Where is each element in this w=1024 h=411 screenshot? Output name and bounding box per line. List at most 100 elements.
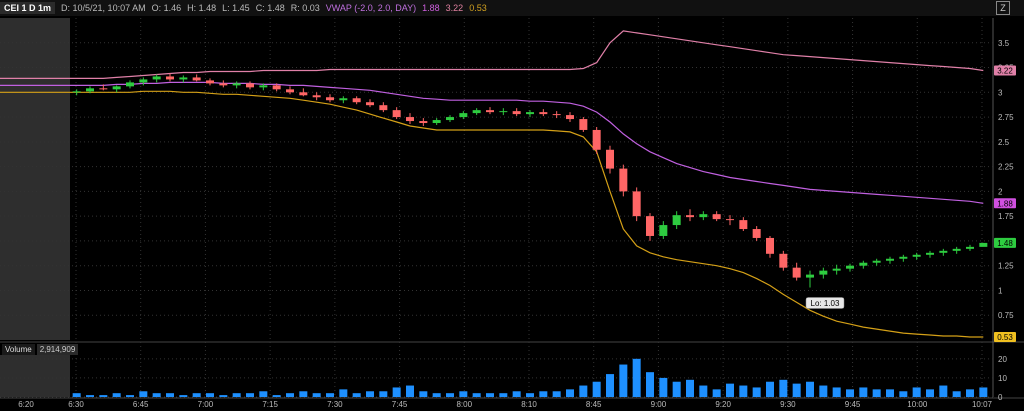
candle-body	[886, 258, 894, 261]
time-tick-label: 6:20	[18, 400, 34, 409]
volume-bar	[606, 374, 614, 397]
price-tick-label: 1	[998, 286, 1003, 295]
candle-body	[72, 91, 81, 93]
time-tick-label: 10:00	[907, 400, 928, 409]
candle-body	[419, 121, 428, 124]
candle-body	[352, 98, 361, 103]
candle-body	[446, 117, 454, 121]
volume-bar	[312, 393, 321, 397]
volume-bar	[352, 393, 361, 397]
candle-body	[606, 149, 614, 169]
price-tick-label: 3.5	[998, 39, 1010, 48]
time-tick-label: 6:30	[68, 400, 84, 409]
time-tick-label: 9:20	[715, 400, 731, 409]
candle-body	[566, 115, 574, 120]
price-tick-label: 0.75	[998, 311, 1014, 320]
candle-body	[206, 80, 214, 84]
volume-bar	[872, 389, 881, 397]
candle-body	[259, 85, 268, 88]
symbol-label[interactable]: CEI 1 D 1m	[0, 2, 56, 14]
volume-bar	[232, 393, 241, 397]
price-tick-label: 2.75	[998, 113, 1014, 122]
candle-body	[926, 252, 934, 255]
time-tick-label: 8:45	[586, 400, 602, 409]
premarket-shade-volume	[0, 355, 70, 397]
candle-body	[832, 268, 841, 271]
candle-body	[192, 77, 201, 81]
volume-bar	[192, 393, 201, 397]
volume-bar	[526, 393, 534, 397]
candle-body	[579, 119, 588, 130]
candle-body	[219, 83, 228, 86]
price-tick-label: 2.5	[998, 138, 1010, 147]
vwap-study-label[interactable]: VWAP (-2.0, 2.0, DAY)	[326, 3, 416, 13]
price-tick-label: 2.25	[998, 163, 1014, 172]
volume-bar	[566, 389, 574, 397]
volume-bar	[766, 381, 774, 397]
volume-bar	[72, 393, 81, 397]
candle-body	[366, 102, 374, 106]
candle-body	[166, 76, 174, 80]
lower-band-value: 0.53	[469, 3, 487, 13]
candle-body	[739, 220, 748, 230]
candle-body	[86, 88, 94, 92]
zoom-icon[interactable]: Z	[996, 1, 1010, 15]
upper-band-value: 3.22	[445, 3, 464, 13]
volume-bar	[699, 385, 708, 397]
candle-body	[766, 237, 774, 254]
volume-bar	[899, 391, 908, 397]
volume-bar	[366, 391, 374, 397]
candle-body	[779, 253, 788, 268]
candle-body	[379, 105, 388, 111]
candle-body	[526, 112, 534, 115]
volume-label[interactable]: Volume	[2, 344, 35, 355]
candle-body	[792, 267, 801, 278]
time-tick-label: 9:45	[845, 400, 861, 409]
time-tick-label: 10:07	[972, 400, 993, 409]
volume-bar	[486, 393, 494, 397]
volume-bar	[726, 383, 734, 397]
volume-bar	[792, 383, 801, 397]
volume-bar	[112, 393, 121, 397]
volume-bar	[139, 391, 148, 397]
candle-body	[432, 120, 441, 124]
chart-root: 0.7511.251.51.7522.252.52.7533.253.50102…	[0, 0, 1024, 411]
candle-body	[726, 219, 734, 221]
open-label: O: 1.46	[151, 3, 182, 13]
volume-bar	[166, 393, 174, 397]
volume-bar	[779, 379, 788, 397]
candle-body	[752, 229, 761, 238]
volume-bar	[712, 389, 721, 397]
vwap-tag-label: 1.88	[997, 199, 1013, 208]
candle-body	[912, 254, 921, 257]
candle-body	[899, 256, 908, 259]
last-price-tag-label: 1.48	[997, 239, 1013, 248]
price-tick-label: 1.25	[998, 262, 1014, 271]
price-tick-label: 1.75	[998, 212, 1014, 221]
volume-bar	[646, 372, 654, 397]
time-tick-label: 9:00	[651, 400, 667, 409]
candle-body	[299, 92, 308, 96]
volume-bar	[272, 395, 281, 397]
volume-bar	[392, 387, 401, 397]
volume-bar	[152, 393, 161, 397]
volume-value: 2,914,909	[36, 344, 79, 355]
volume-bar	[539, 391, 548, 397]
volume-bar	[379, 391, 388, 397]
candle-body	[846, 265, 854, 269]
candle-body	[872, 260, 881, 263]
upper-band-tag-label: 3.22	[997, 67, 1013, 76]
volume-bar	[499, 393, 508, 397]
date-label: D: 10/5/21, 10:07 AM	[61, 3, 146, 13]
time-tick-label: 8:10	[521, 400, 537, 409]
time-tick-label: 7:15	[262, 400, 278, 409]
low-annotation-label: Lo: 1.03	[811, 299, 840, 308]
volume-bar	[819, 385, 828, 397]
volume-bar	[846, 389, 854, 397]
candle-body	[712, 214, 721, 220]
volume-bar	[912, 387, 921, 397]
low-label: L: 1.45	[222, 3, 250, 13]
volume-bar	[459, 391, 468, 397]
volume-bar	[219, 395, 228, 397]
candle-body	[406, 117, 414, 122]
